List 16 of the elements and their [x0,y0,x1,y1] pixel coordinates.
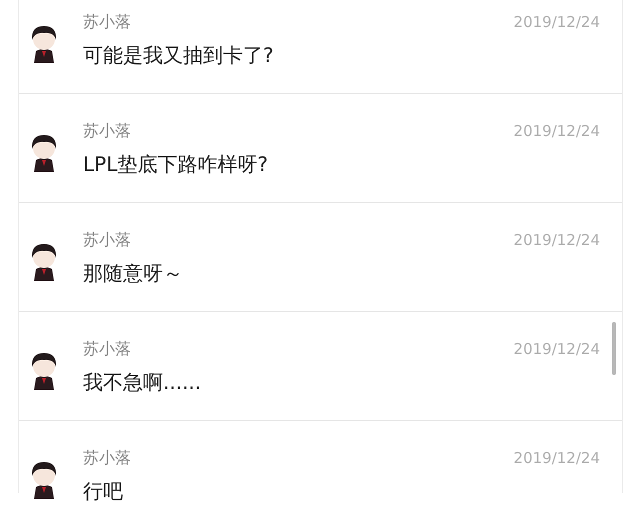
message-text: LPL垫底下路咋样呀? [83,151,269,177]
sender-name: 苏小落 [83,12,131,32]
message-date: 2019/12/24 [514,121,600,141]
sender-name: 苏小落 [83,121,131,141]
sender-name: 苏小落 [83,339,131,359]
message-text: 我不急啊...... [83,369,202,395]
message-text: 行吧 [83,478,124,504]
message-date: 2019/12/24 [514,339,600,359]
message-text: 可能是我又抽到卡了? [83,42,275,68]
message-date: 2019/12/24 [514,448,600,468]
sender-name: 苏小落 [83,448,131,468]
message-date: 2019/12/24 [514,12,600,32]
message-text: 那随意呀～ [83,260,184,286]
scrollbar[interactable] [612,322,616,375]
message-date: 2019/12/24 [514,230,600,250]
sender-name: 苏小落 [83,230,131,250]
